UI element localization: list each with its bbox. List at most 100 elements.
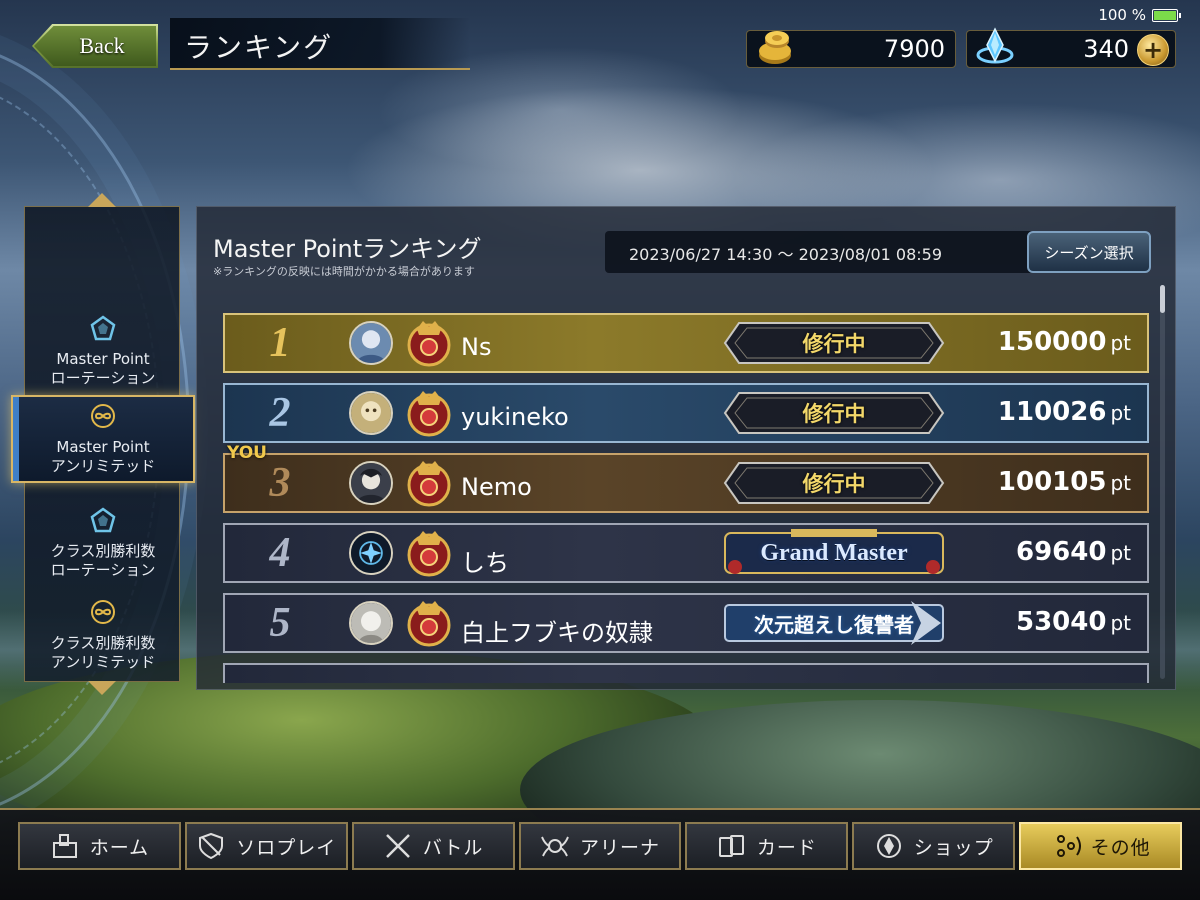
nav-label: その他 xyxy=(1090,836,1151,859)
scroll-up-arrow-icon[interactable] xyxy=(88,193,116,207)
player-name: Nemo xyxy=(461,473,532,501)
other-gears-icon xyxy=(1056,835,1081,857)
nav-label: ショップ xyxy=(913,836,994,859)
battery-fill xyxy=(1154,10,1176,20)
ranking-row-partial[interactable] xyxy=(223,663,1149,683)
cards-icon xyxy=(718,835,744,857)
nav-label: アリーナ xyxy=(580,836,661,859)
season-select-label: シーズン選択 xyxy=(1044,243,1134,262)
player-avatar xyxy=(349,601,393,645)
rank-number: 5 xyxy=(269,600,291,646)
points-unit: pt xyxy=(1110,331,1131,355)
sidebar-item-label-line2: ローテーション xyxy=(50,369,156,387)
rank-title-badge: 修行中 xyxy=(721,319,947,367)
nav-cards[interactable]: カード xyxy=(685,822,849,870)
player-name: 白上フブキの奴隷 xyxy=(461,619,653,647)
player-avatar xyxy=(349,321,393,365)
ranking-row[interactable]: 1 Ns 修行中 150000 pt xyxy=(223,313,1149,373)
player-points: 110026 pt xyxy=(998,397,1131,427)
player-points: 53040 pt xyxy=(1016,607,1131,637)
gold-currency: 7900 xyxy=(746,30,956,68)
badge-label: Grand Master xyxy=(760,539,908,566)
ranking-row[interactable]: 2 yukineko 修行中 110026 pt xyxy=(223,383,1149,443)
rank-number: 1 xyxy=(269,320,291,366)
nav-other[interactable]: その他 xyxy=(1019,822,1183,870)
ranking-row[interactable]: 5 白上フブキの奴隷 次元超えし復讐者 53040 pt xyxy=(223,593,1149,653)
ranking-list: 1 Ns 修行中 150000 pt 2 yukineko 修行中 110026… xyxy=(223,313,1149,683)
crossed-swords-icon xyxy=(385,834,410,858)
background-scenery: 100 % Back ランキング 7900 340 + Master Point… xyxy=(0,0,1200,900)
season-select-button[interactable]: シーズン選択 xyxy=(1027,231,1151,273)
rank-number: 2 xyxy=(269,390,291,436)
sidebar-item-label-line2: アンリミテッド xyxy=(50,457,156,475)
unlimited-infinity-icon xyxy=(91,404,115,428)
add-crystal-button[interactable]: + xyxy=(1137,34,1169,66)
badge-label: 修行中 xyxy=(802,472,866,496)
rank-title-badge: 修行中 xyxy=(721,389,947,437)
rank-number: 3 xyxy=(269,460,291,506)
home-icon xyxy=(52,834,77,858)
battery-status: 100 % xyxy=(1098,6,1181,24)
gold-coins-icon xyxy=(759,31,791,64)
ranking-scrollbar[interactable] xyxy=(1160,285,1165,679)
player-points: 69640 pt xyxy=(1016,537,1131,567)
rotation-pentagon-icon xyxy=(90,507,116,533)
badge-label: 修行中 xyxy=(802,332,866,356)
ranking-title: Master Pointランキング xyxy=(213,235,482,263)
rank-emblem-icon xyxy=(407,601,451,647)
points-value: 100105 xyxy=(997,467,1107,497)
nav-label: バトル xyxy=(422,836,484,859)
nav-home[interactable]: ホーム xyxy=(18,822,181,870)
nav-shop[interactable]: ショップ xyxy=(852,822,1016,870)
badge-label: 修行中 xyxy=(802,402,866,426)
ranking-category-sidebar: Master Point ローテーション Master Point アンリミテッ… xyxy=(11,193,195,695)
nav-label: カード xyxy=(756,836,817,859)
ranking-panel: Master Pointランキング ※ランキングの反映には時間がかかる場合があり… xyxy=(196,206,1176,690)
points-value: 150000 xyxy=(997,327,1107,357)
player-avatar xyxy=(349,461,393,505)
player-avatar xyxy=(349,531,393,575)
crystal-icon xyxy=(976,27,1014,64)
ranking-row[interactable]: 4 しち Grand Master 69640 pt xyxy=(223,523,1149,583)
scroll-down-arrow-icon[interactable] xyxy=(88,681,116,695)
rank-number: 4 xyxy=(269,530,291,576)
gold-amount: 7900 xyxy=(883,35,945,63)
sidebar-item-masterpoint-unlimited[interactable]: Master Point アンリミテッド xyxy=(11,395,195,483)
sidebar-item-label-line1: Master Point xyxy=(56,350,150,368)
player-name: しち xyxy=(461,549,509,577)
rank-emblem-icon xyxy=(407,321,451,367)
sidebar-item-classwins-rotation[interactable]: クラス別勝利数 ローテーション xyxy=(25,501,181,589)
sidebar-item-label-line1: クラス別勝利数 xyxy=(50,542,156,560)
battery-percent: 100 % xyxy=(1098,6,1146,24)
points-unit: pt xyxy=(1110,611,1131,635)
nav-solo-play[interactable]: ソロプレイ xyxy=(184,822,348,870)
rank-title-badge: 修行中 xyxy=(721,459,947,507)
player-avatar xyxy=(349,391,393,435)
scrollbar-thumb[interactable] xyxy=(1160,285,1165,313)
nav-arena[interactable]: アリーナ xyxy=(518,822,682,870)
battery-icon xyxy=(1152,8,1181,22)
sidebar-item-masterpoint-rotation[interactable]: Master Point ローテーション xyxy=(25,309,181,397)
player-points: 150000 pt xyxy=(998,327,1131,357)
plus-icon: + xyxy=(1142,36,1164,64)
rotation-pentagon-icon xyxy=(90,315,116,341)
rank-title-badge: Grand Master xyxy=(721,529,947,577)
ranking-row-you[interactable]: YOU 3 Nemo 修行中 100105 pt xyxy=(223,443,1149,513)
rank-emblem-icon xyxy=(407,531,451,577)
rank-emblem-icon xyxy=(407,461,451,507)
player-points: 100105 pt xyxy=(998,467,1131,497)
points-unit: pt xyxy=(1110,401,1131,425)
rank-title-badge: 次元超えし復讐者 xyxy=(721,599,947,647)
sidebar-item-classwins-unlimited[interactable]: クラス別勝利数 アンリミテッド xyxy=(25,593,181,681)
sidebar-item-label-line2: ローテーション xyxy=(50,561,156,579)
back-button[interactable]: Back xyxy=(32,24,158,68)
player-name: yukineko xyxy=(461,403,569,431)
page-title-plate: ランキング xyxy=(170,18,470,70)
nav-battle[interactable]: バトル xyxy=(351,822,515,870)
sidebar-item-label-line1: クラス別勝利数 xyxy=(50,634,156,652)
crystal-currency: 340 + xyxy=(966,27,1176,68)
back-button-label: Back xyxy=(79,33,125,58)
ranking-note: ※ランキングの反映には時間がかかる場合があります xyxy=(213,265,475,278)
sidebar-item-label-line2: アンリミテッド xyxy=(50,653,156,671)
player-name: Ns xyxy=(461,333,492,361)
